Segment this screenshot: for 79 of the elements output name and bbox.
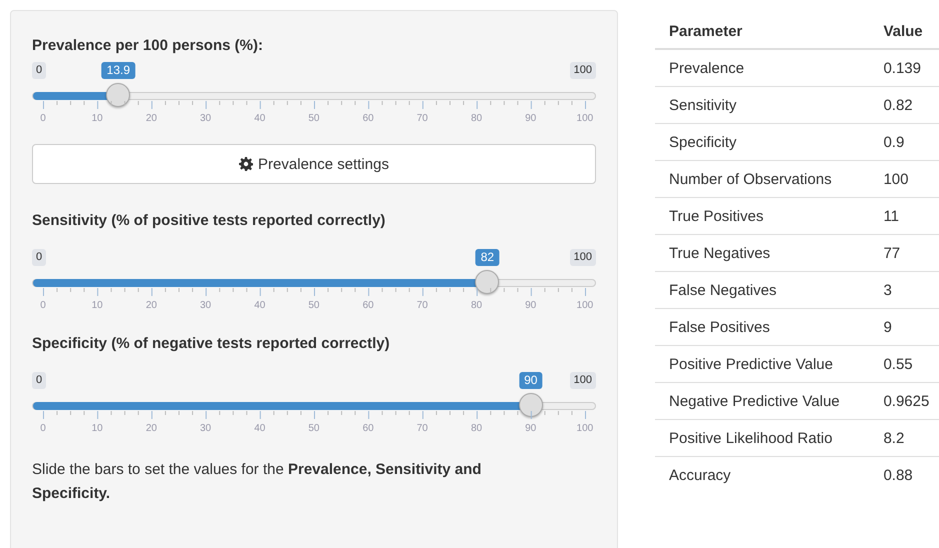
tick-label: 20 <box>144 113 158 124</box>
table-cell: 0.82 <box>869 86 939 124</box>
tick-label: 0 <box>39 113 47 124</box>
column-header: Parameter <box>655 15 870 49</box>
table-cell: 9 <box>869 308 939 346</box>
gear-icon <box>239 157 254 171</box>
table-cell: 77 <box>869 234 939 272</box>
tick-label: 80 <box>470 113 484 124</box>
tick-label: 40 <box>253 423 266 434</box>
tick-label: 30 <box>199 423 212 434</box>
tick-label: 90 <box>524 300 538 311</box>
tick-label: 40 <box>253 113 266 124</box>
tick-label: 20 <box>144 423 158 434</box>
max-label: 100 <box>570 62 596 79</box>
tick-label: 100 <box>576 300 594 311</box>
tick-label: 70 <box>416 300 429 311</box>
slider-track[interactable] <box>32 92 596 100</box>
tick-label: 0 <box>39 423 47 434</box>
tick-label: 100 <box>576 113 594 124</box>
table-cell: True Positives <box>655 198 870 234</box>
table-cell: 8.2 <box>869 420 939 456</box>
tick-label: 10 <box>90 423 104 434</box>
table-cell: 11 <box>869 198 939 234</box>
table-cell: 0.88 <box>869 456 939 493</box>
table-cell: Prevalence <box>655 49 870 86</box>
table-cell: Number of Observations <box>655 160 870 198</box>
max-label: 100 <box>570 249 596 266</box>
min-label: 0 <box>32 62 46 79</box>
min-label: 0 <box>32 372 46 389</box>
table-cell: Accuracy <box>655 456 870 493</box>
tick-label: 80 <box>470 423 484 434</box>
table-cell: 0.9625 <box>869 382 939 420</box>
table-cell: Positive Likelihood Ratio <box>655 420 870 456</box>
tick-label: 90 <box>524 423 538 434</box>
tick-label: 10 <box>90 113 104 124</box>
min-label: 0 <box>32 249 46 266</box>
tick-label: 50 <box>307 113 320 124</box>
slider-label: Specificity (% of negative tests reported correctly) <box>32 335 390 352</box>
slider-handle[interactable] <box>475 270 500 294</box>
tick-label: 20 <box>144 300 158 311</box>
column-header: Value <box>869 15 939 49</box>
tick-label: 80 <box>470 300 484 311</box>
tick-label: 60 <box>362 300 375 311</box>
value-label: 90 <box>519 372 542 389</box>
table-cell: False Positives <box>655 308 870 346</box>
max-label: 100 <box>570 372 596 389</box>
value-label: 13.9 <box>102 62 135 79</box>
tick-label: 60 <box>362 113 375 124</box>
tick-label: 30 <box>199 113 212 124</box>
table-cell: False Negatives <box>655 272 870 308</box>
slider-handle[interactable] <box>106 83 130 107</box>
tick-label: 90 <box>524 113 538 124</box>
tick-label: 0 <box>39 300 47 311</box>
table-cell: 0.55 <box>869 346 939 382</box>
tick-label: 70 <box>416 113 429 124</box>
tick-label: 10 <box>90 300 104 311</box>
value-label: 82 <box>476 249 500 266</box>
table-cell: 3 <box>869 272 939 308</box>
tick-label: 50 <box>307 423 320 434</box>
slider-label: Sensitivity (% of positive tests reported correctly) <box>32 212 386 229</box>
tick-label: 100 <box>576 423 594 434</box>
instructions-text: Slide the bars to set the values for the Prevalence, Sensitivity and Specificity. <box>32 460 482 504</box>
slider-label: Prevalence per 100 persons (%): <box>32 37 263 54</box>
settings-button[interactable]: Prevalence settings <box>32 144 596 184</box>
table-cell: Positive Predictive Value <box>655 346 870 382</box>
table-cell: 100 <box>869 160 939 198</box>
tick-label: 60 <box>362 423 375 434</box>
tick-label: 50 <box>307 300 320 311</box>
table-cell: 0.139 <box>869 49 939 86</box>
slider-handle[interactable] <box>518 393 543 417</box>
table-cell: 0.9 <box>869 124 939 160</box>
table-cell: True Negatives <box>655 234 870 272</box>
tick-label: 70 <box>416 423 429 434</box>
tick-label: 40 <box>253 300 266 311</box>
table-cell: Specificity <box>655 124 870 160</box>
tick-label: 30 <box>199 300 212 311</box>
table-cell: Negative Predictive Value <box>655 382 870 420</box>
table-cell: Sensitivity <box>655 86 870 124</box>
slider-track[interactable] <box>32 279 596 287</box>
